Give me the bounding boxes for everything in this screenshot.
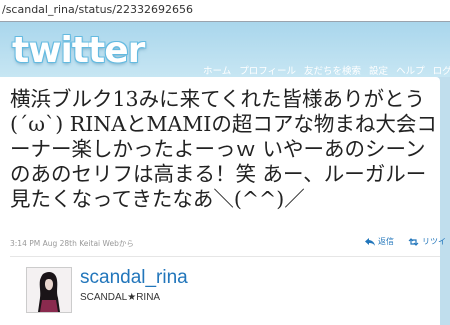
header: twitter ホーム プロフィール 友だちを検索 設定 ヘルプ ログ — [0, 22, 450, 77]
top-nav: ホーム プロフィール 友だちを検索 設定 ヘルプ ログ — [203, 63, 450, 77]
tweet-text: 横浜ブルク13みに来てくれた皆様ありがとう(´ω`) RINAとMAMIの超コア… — [10, 87, 437, 211]
nav-help[interactable]: ヘルプ — [396, 63, 425, 77]
nav-settings[interactable]: 設定 — [369, 63, 388, 77]
tweet-actions: 返信 リツイ — [365, 236, 446, 247]
nav-find-friends[interactable]: 友だちを検索 — [304, 63, 361, 77]
twitter-logo[interactable]: twitter — [12, 30, 145, 71]
author-username[interactable]: scandal_rina — [80, 267, 188, 289]
retweet-label: リツイ — [422, 237, 446, 246]
author-full-name: SCANDAL★RINA — [80, 292, 161, 303]
tweet-meta: 3:14 PM Aug 28th Keitai Webから — [10, 239, 134, 248]
divider — [10, 256, 440, 257]
reply-label: 返信 — [378, 237, 394, 246]
retweet-icon — [408, 237, 419, 246]
url-text[interactable]: /scandal_rina/status/22332692656 — [2, 3, 193, 16]
address-bar[interactable]: /scandal_rina/status/22332692656 — [0, 0, 450, 22]
nav-logout[interactable]: ログ — [433, 63, 450, 77]
nav-profile[interactable]: プロフィール — [239, 63, 296, 77]
tweet-card: 横浜ブルク13みに来てくれた皆様ありがとう(´ω`) RINAとMAMIの超コア… — [0, 77, 446, 325]
reply-button[interactable]: 返信 — [365, 236, 394, 247]
nav-home[interactable]: ホーム — [203, 63, 231, 77]
retweet-button[interactable]: リツイ — [408, 236, 446, 247]
reply-icon — [365, 237, 375, 246]
avatar[interactable] — [26, 267, 72, 313]
avatar-image — [27, 268, 71, 312]
